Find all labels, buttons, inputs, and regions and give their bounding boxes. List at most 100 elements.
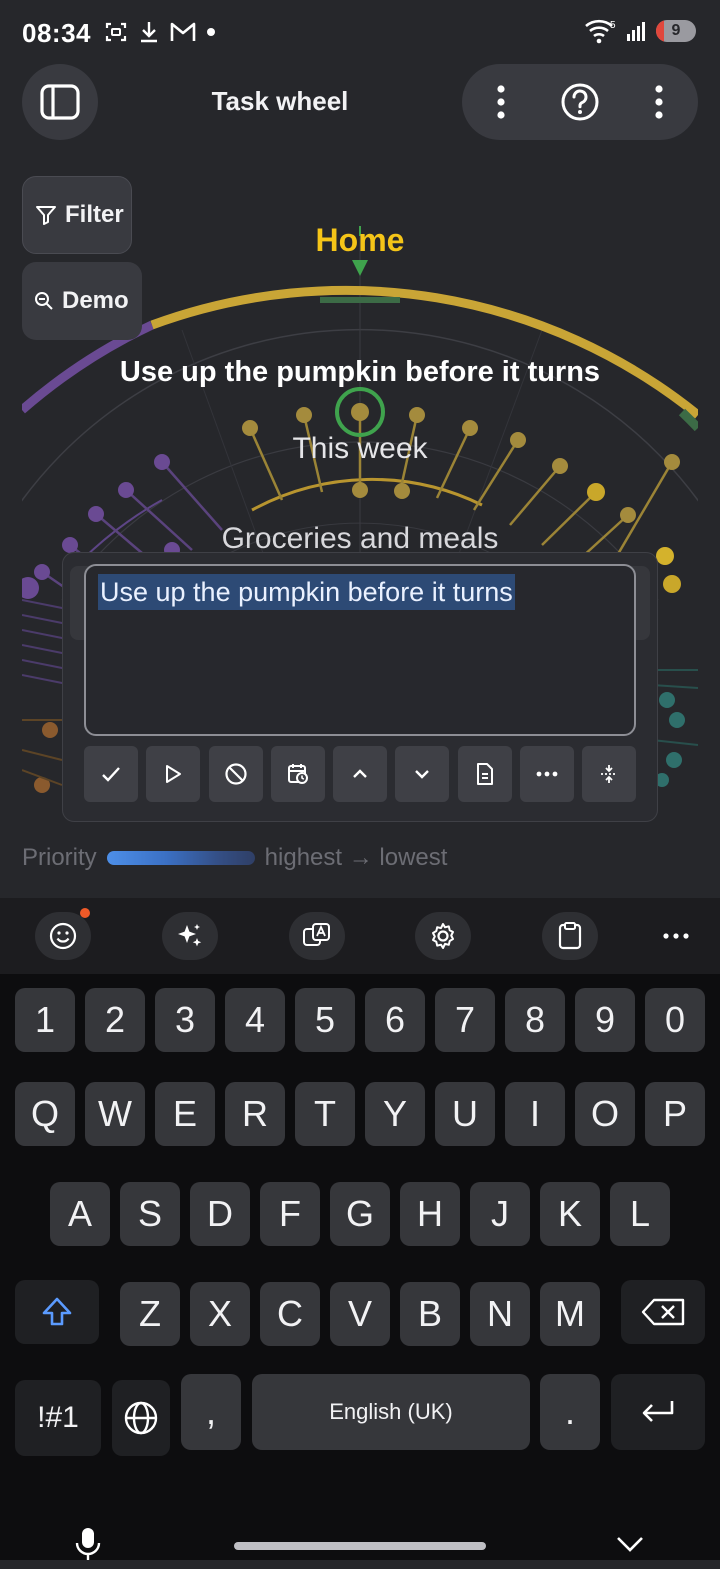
key-o[interactable]: O	[575, 1082, 635, 1146]
status-system-icons: 5 9	[584, 18, 696, 44]
chevron-up-icon	[353, 769, 367, 778]
task-text-value[interactable]: Use up the pumpkin before it turns	[98, 574, 515, 610]
symbols-key[interactable]: !#1	[15, 1380, 101, 1456]
shift-icon	[42, 1297, 72, 1326]
emoji-button[interactable]	[35, 908, 91, 960]
editor-toolbar	[84, 746, 636, 804]
period-key[interactable]: .	[540, 1374, 600, 1450]
key-p[interactable]: P	[645, 1082, 705, 1146]
key-r[interactable]: R	[225, 1082, 285, 1146]
translate-button[interactable]	[289, 912, 345, 960]
download-icon	[141, 22, 157, 43]
key-3[interactable]: 3	[155, 988, 215, 1052]
document-icon	[476, 763, 493, 785]
microphone-icon	[75, 1528, 101, 1560]
key-c[interactable]: C	[260, 1282, 320, 1346]
key-e[interactable]: E	[155, 1082, 215, 1146]
key-q[interactable]: Q	[15, 1082, 75, 1146]
key-x[interactable]: X	[190, 1282, 250, 1346]
help-button[interactable]	[556, 78, 604, 126]
key-z[interactable]: Z	[120, 1282, 180, 1346]
check-icon	[102, 767, 120, 782]
key-w[interactable]: W	[85, 1082, 145, 1146]
voice-input-button[interactable]	[66, 1524, 110, 1569]
key-v[interactable]: V	[330, 1282, 390, 1346]
more-options-button[interactable]	[519, 746, 574, 802]
key-u[interactable]: U	[435, 1082, 495, 1146]
emoji-icon	[49, 922, 77, 950]
backspace-key[interactable]	[621, 1280, 705, 1344]
category-ring-home[interactable]	[150, 285, 698, 419]
key-t[interactable]: T	[295, 1082, 355, 1146]
key-h[interactable]: H	[400, 1182, 460, 1246]
cancel-task-button[interactable]	[208, 746, 263, 802]
key-m[interactable]: M	[540, 1282, 600, 1346]
collapse-button[interactable]	[582, 746, 636, 802]
key-8[interactable]: 8	[505, 988, 565, 1052]
key-y[interactable]: Y	[365, 1082, 425, 1146]
globe-icon	[124, 1401, 158, 1435]
sidebar-toggle-button[interactable]	[22, 64, 98, 140]
key-n[interactable]: N	[470, 1282, 530, 1346]
key-9[interactable]: 9	[575, 988, 635, 1052]
key-5[interactable]: 5	[295, 988, 355, 1052]
chevron-down-icon	[617, 1537, 643, 1552]
overflow-menu-button[interactable]	[635, 78, 683, 126]
category-label: Groceries and meals	[221, 522, 499, 555]
key-s[interactable]: S	[120, 1182, 180, 1246]
home-indicator[interactable]	[234, 1542, 486, 1550]
comma-key[interactable]: ,	[181, 1374, 241, 1450]
shift-key[interactable]	[15, 1280, 99, 1344]
ring-pointer-icon	[352, 260, 368, 276]
demo-button[interactable]: Demo	[22, 262, 142, 340]
key-b[interactable]: B	[400, 1282, 460, 1346]
priority-range: highest → lowest	[264, 844, 448, 871]
enter-key[interactable]	[611, 1374, 705, 1450]
key-4[interactable]: 4	[225, 988, 285, 1052]
key-j[interactable]: J	[470, 1182, 530, 1246]
language-key[interactable]	[112, 1380, 170, 1456]
key-0[interactable]: 0	[645, 988, 705, 1052]
clipboard-button[interactable]	[542, 912, 598, 960]
status-time: 08:34	[22, 18, 91, 48]
view-menu-button[interactable]	[477, 78, 525, 126]
sparkle-icon	[178, 924, 202, 947]
notes-button[interactable]	[457, 746, 512, 802]
status-notification-icons	[104, 20, 216, 44]
filter-icon	[36, 206, 56, 225]
priority-gradient-bar	[106, 851, 255, 865]
keyboard-settings-button[interactable]	[415, 912, 471, 960]
ai-tools-button[interactable]	[162, 912, 218, 960]
schedule-button[interactable]	[270, 746, 325, 802]
wifi-badge: 5	[610, 20, 616, 31]
space-key[interactable]: English (UK)	[252, 1374, 530, 1450]
key-k[interactable]: K	[540, 1182, 600, 1246]
key-a[interactable]: A	[50, 1182, 110, 1246]
keyboard-toolbar	[0, 898, 720, 974]
help-icon	[561, 83, 599, 121]
key-2[interactable]: 2	[85, 988, 145, 1052]
key-g[interactable]: G	[330, 1182, 390, 1246]
key-i[interactable]: I	[505, 1082, 565, 1146]
complete-button[interactable]	[84, 746, 138, 802]
key-d[interactable]: D	[190, 1182, 250, 1246]
key-l[interactable]: L	[610, 1182, 670, 1246]
keyboard	[0, 974, 720, 1560]
collapse-icon	[601, 765, 617, 783]
start-button[interactable]	[146, 746, 201, 802]
move-down-button[interactable]	[395, 746, 450, 802]
selected-task-label[interactable]: Use up the pumpkin before it turns	[22, 356, 698, 389]
priority-legend: Priority highest → lowest	[22, 844, 447, 872]
key-6[interactable]: 6	[365, 988, 425, 1052]
more-horizontal-icon	[536, 771, 558, 777]
keyboard-more-button[interactable]	[650, 918, 702, 954]
more-vertical-icon	[497, 85, 505, 119]
clipboard-icon	[558, 922, 582, 950]
zoom-out-icon	[35, 292, 53, 310]
move-up-button[interactable]	[333, 746, 387, 802]
key-7[interactable]: 7	[435, 988, 495, 1052]
key-f[interactable]: F	[260, 1182, 320, 1246]
demo-label: Demo	[62, 287, 129, 314]
key-1[interactable]: 1	[15, 988, 75, 1052]
filter-button[interactable]: Filter	[22, 176, 132, 254]
